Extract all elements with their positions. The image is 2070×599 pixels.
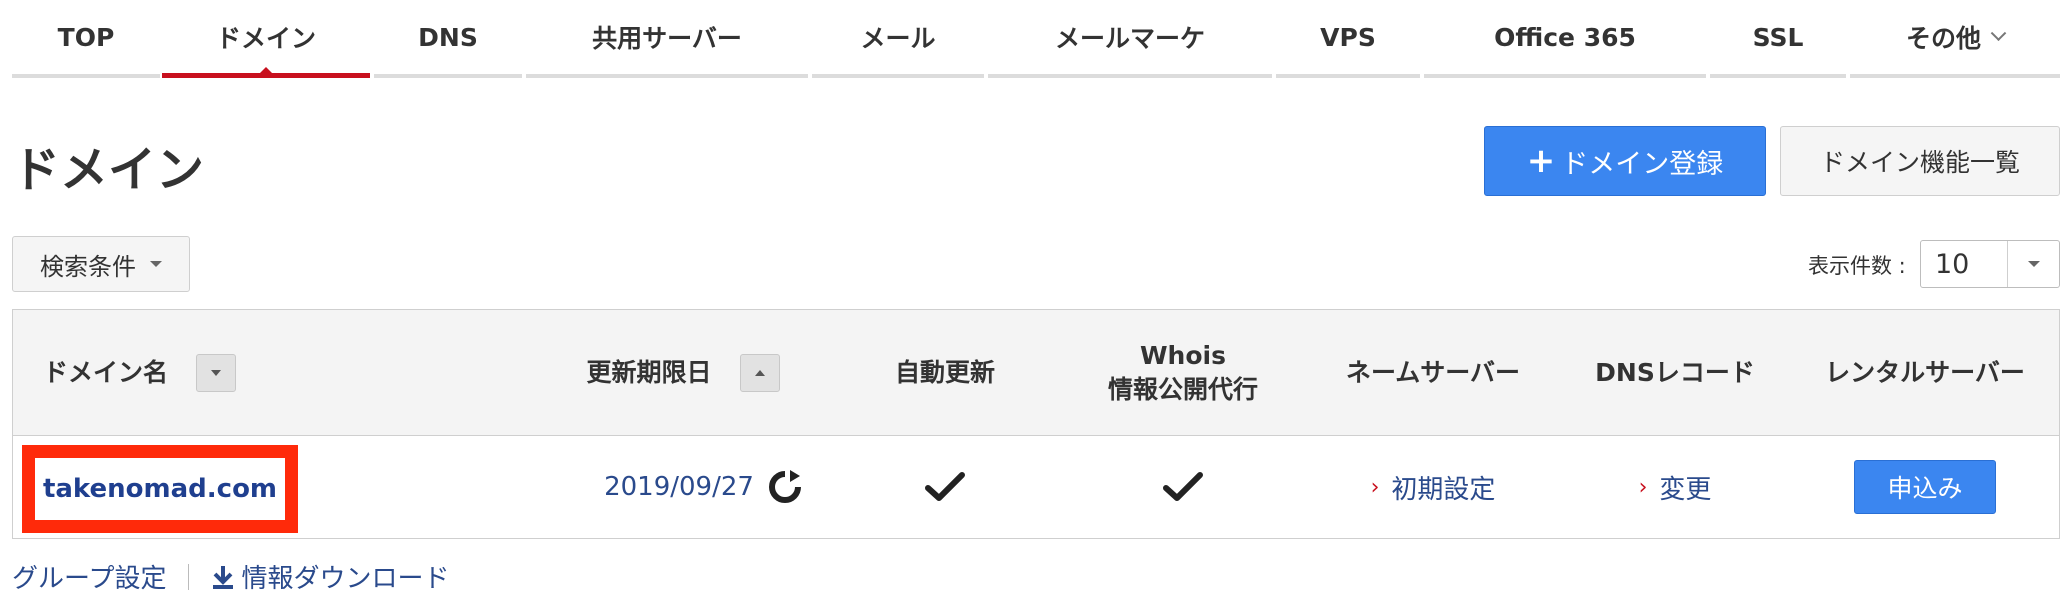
global-nav: TOP ドメイン DNS 共用サーバー メール メールマーケ VPS Offic… — [12, 0, 2060, 80]
dns-record-cell: › 変更 — [1565, 436, 1785, 538]
sort-asc-button[interactable] — [739, 354, 780, 392]
chevron-right-icon: › — [1370, 474, 1380, 500]
nav-tab-label: Office 365 — [1494, 22, 1636, 52]
col-expiry-date-label: 更新期限日 — [586, 358, 712, 388]
col-whois-label-line2: 情報公開代行 — [1107, 375, 1258, 404]
col-auto-renew: 自動更新 — [855, 310, 1035, 436]
col-rental-server-label: レンタルサーバー — [1825, 358, 2025, 388]
expiry-cell: 2019/09/27 — [573, 436, 835, 538]
nav-tab-label: メール — [860, 24, 936, 53]
nav-tab-label: その他 — [1905, 24, 1981, 53]
dns-change-link[interactable]: 変更 — [1659, 469, 1711, 506]
checkmark-icon — [1163, 472, 1203, 501]
col-rental-server: レンタルサーバー — [1803, 310, 2047, 436]
domain-link[interactable]: takenomad.com — [43, 474, 277, 504]
per-page-value: 10 — [1935, 248, 1970, 280]
nameserver-link[interactable]: 初期設定 — [1391, 469, 1495, 506]
table-row: takenomad.com 2019/09/27 › 初期設定 › 変更 申込み — [13, 436, 2059, 538]
refresh-icon — [768, 470, 801, 503]
domain-table: ドメイン名 更新期限日 自動更新 Whois 情報公開代行 ネームサーバー DN… — [12, 309, 2060, 539]
nav-tab-mail-marketing[interactable]: メールマーケ — [988, 0, 1272, 78]
nav-tab-label: VPS — [1320, 22, 1376, 52]
nav-tab-ssl[interactable]: SSL — [1710, 0, 1846, 78]
apply-button-label: 申込み — [1887, 474, 1963, 503]
col-dns-record-label: DNSレコード — [1595, 358, 1755, 388]
select-arrow — [2007, 241, 2059, 287]
col-expiry-date: 更新期限日 — [533, 310, 833, 436]
download-info-link[interactable]: 情報ダウンロード — [211, 558, 449, 595]
expiry-date-value: 2019/09/27 — [604, 472, 754, 502]
search-conditions-dropdown[interactable]: 検索条件 — [12, 236, 190, 292]
col-domain-name-label: ドメイン名 — [43, 358, 169, 388]
nav-tab-label: ドメイン — [215, 23, 316, 53]
download-icon — [213, 565, 234, 589]
col-auto-renew-label: 自動更新 — [894, 358, 995, 388]
register-domain-button[interactable]: + ドメイン登録 — [1484, 126, 1766, 196]
register-domain-label: ドメイン登録 — [1561, 148, 1724, 180]
col-domain-name: ドメイン名 — [13, 310, 435, 436]
nav-tab-label: TOP — [57, 22, 115, 52]
table-header: ドメイン名 更新期限日 自動更新 Whois 情報公開代行 ネームサーバー DN… — [13, 310, 2059, 436]
nav-tab-label: DNS — [418, 22, 478, 52]
nav-tab-other[interactable]: その他 — [1850, 0, 2060, 78]
col-whois-label-line1: Whois — [1139, 341, 1226, 371]
per-page-label: 表示件数 : — [1808, 254, 1906, 278]
whois-cell — [1065, 436, 1301, 538]
caret-down-icon — [150, 261, 162, 267]
nav-tab-vps[interactable]: VPS — [1276, 0, 1420, 78]
plus-icon: + — [1526, 141, 1556, 181]
sort-down-icon — [211, 370, 222, 376]
per-page-select[interactable]: 10 — [1920, 240, 2060, 288]
nav-tab-label: 共用サーバー — [592, 24, 742, 53]
col-nameserver: ネームサーバー — [1313, 310, 1553, 436]
nav-tab-domain[interactable]: ドメイン — [162, 0, 370, 78]
nav-tab-dns[interactable]: DNS — [374, 0, 522, 78]
nav-tab-office365[interactable]: Office 365 — [1424, 0, 1706, 78]
rental-server-cell: 申込み — [1803, 436, 2047, 538]
sort-up-icon — [754, 370, 765, 376]
nameserver-cell: › 初期設定 — [1313, 436, 1553, 538]
domain-highlight-box: takenomad.com — [22, 445, 298, 533]
chevron-down-icon — [1990, 24, 2007, 41]
divider — [188, 563, 190, 590]
nav-tab-shared-server[interactable]: 共用サーバー — [526, 0, 808, 78]
nav-tab-mail[interactable]: メール — [812, 0, 984, 78]
download-info-label: 情報ダウンロード — [241, 564, 450, 594]
domain-features-label: ドメイン機能一覧 — [1819, 148, 2020, 177]
nav-tab-top[interactable]: TOP — [12, 0, 160, 78]
nav-tab-label: メールマーケ — [1054, 24, 1205, 53]
sort-desc-button[interactable] — [196, 354, 237, 392]
col-dns-record: DNSレコード — [1565, 310, 1785, 436]
col-whois-proxy: Whois 情報公開代行 — [1065, 310, 1301, 436]
domain-features-button[interactable]: ドメイン機能一覧 — [1780, 126, 2060, 196]
chevron-right-icon: › — [1638, 474, 1648, 500]
table-footer-links: グループ設定 情報ダウンロード — [12, 558, 449, 595]
caret-down-icon — [2027, 261, 2040, 267]
search-conditions-label: 検索条件 — [40, 252, 136, 281]
apply-button[interactable]: 申込み — [1854, 460, 1996, 514]
nav-tab-label: SSL — [1752, 22, 1804, 52]
col-nameserver-label: ネームサーバー — [1345, 358, 1520, 388]
checkmark-icon — [925, 472, 965, 501]
auto-renew-cell — [855, 436, 1035, 538]
page-title: ドメイン — [12, 142, 205, 198]
group-settings-link[interactable]: グループ設定 — [12, 558, 166, 595]
